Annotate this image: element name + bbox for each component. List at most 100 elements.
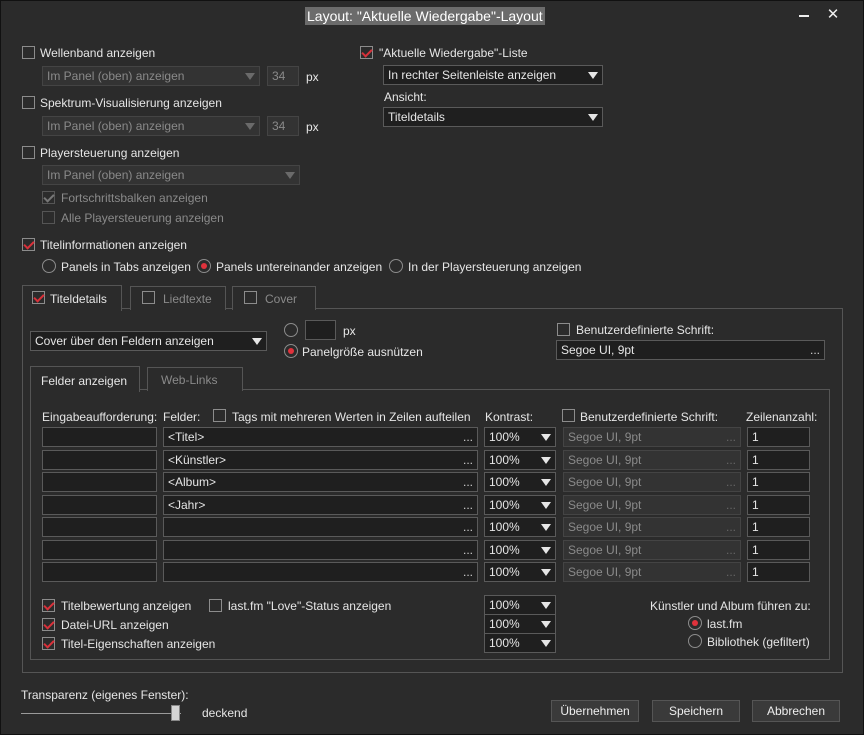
prompt-input[interactable] [42, 540, 157, 560]
more-icon[interactable]: ... [463, 563, 473, 581]
more-icon[interactable]: ... [726, 451, 736, 469]
more-icon[interactable]: ... [463, 451, 473, 469]
radio-lastfm[interactable] [688, 616, 702, 630]
url-checkbox[interactable] [42, 618, 55, 631]
spectrum-position-select[interactable]: Im Panel (oben) anzeigen [42, 116, 260, 136]
close-icon[interactable]: ✕ [825, 6, 841, 24]
font-input[interactable]: Segoe UI, 9pt... [563, 517, 741, 537]
prompt-input[interactable] [42, 517, 157, 537]
field-input[interactable]: <Album>... [163, 472, 478, 492]
lines-input[interactable]: 1 [747, 472, 810, 492]
font-input[interactable]: Segoe UI, 9pt... [563, 472, 741, 492]
details-custom-font-input[interactable]: Segoe UI, 9pt... [556, 340, 825, 360]
rating-contrast-select[interactable]: 100% [484, 595, 556, 615]
font-input[interactable]: Segoe UI, 9pt... [563, 562, 741, 582]
props-contrast-select[interactable]: 100% [484, 633, 556, 653]
lines-input[interactable]: 1 [747, 495, 810, 515]
lines-input[interactable]: 1 [747, 517, 810, 537]
contrast-select[interactable]: 100% [484, 427, 556, 447]
radio-library[interactable] [688, 634, 702, 648]
more-icon[interactable]: ... [463, 541, 473, 559]
more-icon[interactable]: ... [810, 341, 820, 359]
radio-in-player[interactable] [389, 259, 403, 273]
more-icon[interactable]: ... [726, 541, 736, 559]
details-custom-font-checkbox[interactable] [557, 323, 570, 336]
lines-input[interactable]: 1 [747, 427, 810, 447]
more-icon[interactable]: ... [726, 518, 736, 536]
contrast-select[interactable]: 100% [484, 540, 556, 560]
more-icon[interactable]: ... [726, 473, 736, 491]
transparency-slider-handle[interactable] [171, 705, 180, 721]
font-input[interactable]: Segoe UI, 9pt... [563, 427, 741, 447]
apply-button[interactable]: Übernehmen [551, 700, 639, 722]
player-position-select[interactable]: Im Panel (oben) anzeigen [42, 165, 300, 185]
more-icon[interactable]: ... [463, 518, 473, 536]
waveform-checkbox[interactable] [22, 46, 35, 59]
radio-panel-size[interactable] [284, 344, 298, 358]
spectrum-size-input[interactable]: 34 [267, 116, 299, 136]
more-icon[interactable]: ... [463, 496, 473, 514]
waveform-size-input[interactable]: 34 [267, 66, 299, 86]
more-icon[interactable]: ... [726, 496, 736, 514]
cancel-button[interactable]: Abbrechen [752, 700, 840, 722]
field-input[interactable]: <Künstler>... [163, 450, 478, 470]
subtab-fields[interactable]: Felder anzeigen [30, 366, 140, 392]
now-playing-list-checkbox[interactable] [360, 46, 373, 59]
player-checkbox[interactable] [22, 146, 35, 159]
radio-cover-px[interactable] [284, 323, 298, 337]
lines-input[interactable]: 1 [747, 540, 810, 560]
field-input[interactable]: ... [163, 517, 478, 537]
progress-checkbox[interactable] [42, 191, 55, 204]
fields-custom-font-checkbox[interactable] [562, 409, 575, 422]
multi-values-checkbox[interactable] [213, 409, 226, 422]
contrast-select[interactable]: 100% [484, 472, 556, 492]
prompt-input[interactable] [42, 495, 157, 515]
tab-liedtexte-checkbox[interactable] [142, 291, 155, 304]
contrast-select[interactable]: 100% [484, 562, 556, 582]
contrast-select[interactable]: 100% [484, 517, 556, 537]
subtab-weblinks[interactable]: Web-Links [147, 367, 243, 391]
prompt-input[interactable] [42, 562, 157, 582]
more-icon[interactable]: ... [463, 473, 473, 491]
field-input[interactable]: ... [163, 562, 478, 582]
transparency-slider-track[interactable] [21, 713, 181, 714]
love-checkbox[interactable] [209, 599, 222, 612]
font-input[interactable]: Segoe UI, 9pt... [563, 540, 741, 560]
spectrum-checkbox[interactable] [22, 96, 35, 109]
now-playing-position-select[interactable]: In rechter Seitenleiste anzeigen [383, 65, 603, 85]
lines-input[interactable]: 1 [747, 450, 810, 470]
more-icon[interactable]: ... [726, 563, 736, 581]
save-button[interactable]: Speichern [652, 700, 740, 722]
track-info-checkbox[interactable] [22, 238, 35, 251]
radio-panels-tabs[interactable] [42, 259, 56, 273]
field-input[interactable]: ... [163, 540, 478, 560]
more-icon[interactable]: ... [726, 428, 736, 446]
tab-cover-checkbox[interactable] [244, 291, 257, 304]
field-input[interactable]: <Titel>... [163, 427, 478, 447]
url-contrast-select[interactable]: 100% [484, 614, 556, 634]
field-input[interactable]: <Jahr>... [163, 495, 478, 515]
more-icon[interactable]: ... [463, 428, 473, 446]
radio-panels-stacked[interactable] [197, 259, 211, 273]
tab-titeldetails[interactable]: Titeldetails [22, 285, 122, 311]
prompt-input[interactable] [42, 450, 157, 470]
tab-titeldetails-checkbox[interactable] [32, 291, 45, 304]
rating-checkbox[interactable] [42, 599, 55, 612]
cover-px-input[interactable] [305, 320, 336, 340]
contrast-select[interactable]: 100% [484, 450, 556, 470]
view-select[interactable]: Titeldetails [383, 107, 603, 127]
cover-position-select[interactable]: Cover über den Feldern anzeigen [30, 331, 267, 351]
prompt-input[interactable] [42, 427, 157, 447]
tab-liedtexte[interactable]: Liedtexte [130, 286, 226, 310]
lines-input[interactable]: 1 [747, 562, 810, 582]
prompt-input[interactable] [42, 472, 157, 492]
tab-cover[interactable]: Cover [232, 286, 316, 310]
font-input[interactable]: Segoe UI, 9pt... [563, 495, 741, 515]
waveform-position-select[interactable]: Im Panel (oben) anzeigen [42, 66, 260, 86]
font-input[interactable]: Segoe UI, 9pt... [563, 450, 741, 470]
window-title: Layout: "Aktuelle Wiedergabe"-Layout [305, 7, 545, 25]
contrast-select[interactable]: 100% [484, 495, 556, 515]
minimize-icon[interactable] [799, 15, 809, 17]
all-controls-checkbox[interactable] [42, 211, 55, 224]
props-checkbox[interactable] [42, 637, 55, 650]
